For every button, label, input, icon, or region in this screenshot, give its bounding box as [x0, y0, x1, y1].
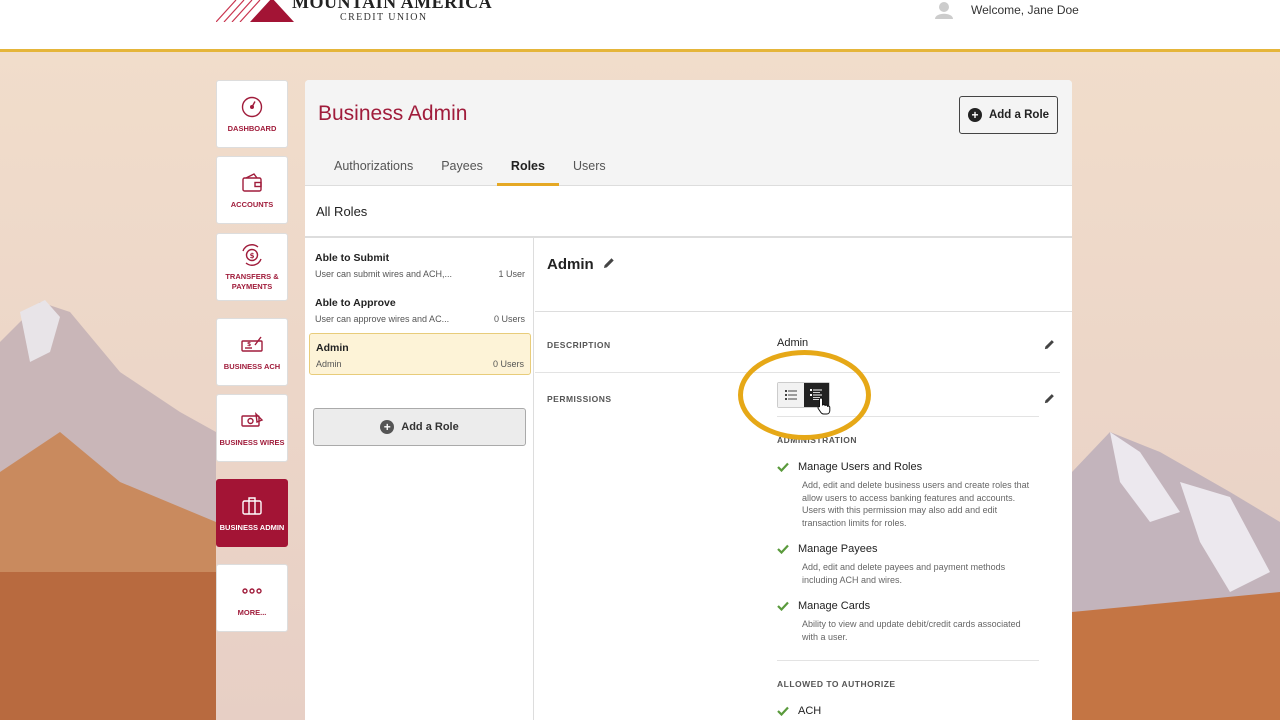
pencil-icon[interactable] [1043, 338, 1056, 351]
add-role-button[interactable]: + Add a Role [959, 96, 1058, 134]
checkmark-icon [777, 706, 789, 716]
role-title-row: Admin [535, 238, 1072, 312]
checkmark-icon [777, 601, 789, 611]
user-menu[interactable]: Welcome, Jane Doe [934, 0, 1079, 20]
role-user-count: 0 Users [493, 314, 525, 324]
nav-label: BUSINESS WIRES [219, 437, 285, 447]
permission-name: Manage Users and Roles [798, 461, 923, 473]
role-item-admin[interactable]: Admin Admin 0 Users [309, 333, 531, 375]
nav-label: BUSINESS ACH [223, 361, 281, 371]
svg-text:$: $ [247, 341, 251, 348]
wallet-icon [242, 172, 262, 192]
all-roles-header: All Roles [305, 186, 1072, 238]
role-description: User can approve wires and AC... [315, 314, 450, 324]
top-header: MOUNTAIN AMERICA CREDIT UNION Welcome, J… [0, 0, 1280, 52]
nav-business-admin[interactable]: BUSINESS ADMIN [216, 479, 288, 547]
role-list: Able to Submit User can submit wires and… [305, 238, 534, 720]
allowed-to-authorize-heading: ALLOWED TO AUTHORIZE [777, 679, 896, 689]
panel-header: Business Admin + Add a Role Authorizatio… [305, 80, 1072, 186]
tab-roles[interactable]: Roles [496, 146, 560, 186]
list-view-button[interactable] [778, 383, 804, 407]
nav-label: BUSINESS ADMIN [219, 522, 285, 532]
welcome-text: Welcome, Jane Doe [971, 3, 1079, 17]
tab-bar: Authorizations Payees Roles Users [320, 146, 620, 186]
nav-business-ach[interactable]: $ BUSINESS ACH [216, 318, 288, 386]
role-name: Admin [316, 342, 349, 354]
nav-transfers-payments[interactable]: $ TRANSFERS & PAYMENTS [216, 233, 288, 301]
add-role-label: Add a Role [401, 421, 459, 433]
administration-heading: ADMINISTRATION [777, 435, 858, 445]
role-description: Admin [316, 359, 342, 369]
permission-description: Add, edit and delete payees and payment … [802, 562, 1006, 585]
nav-label: DASHBOARD [227, 123, 277, 133]
checkmark-icon [777, 544, 789, 554]
tab-users[interactable]: Users [559, 146, 620, 186]
pencil-icon[interactable] [1043, 392, 1056, 405]
wire-money-icon [241, 411, 264, 427]
permissions-label: PERMISSIONS [547, 394, 612, 404]
divider [777, 660, 1039, 661]
role-name: Able to Approve [315, 297, 396, 309]
svg-text:$: $ [250, 252, 255, 260]
list-icon [784, 390, 797, 400]
business-admin-panel: Business Admin + Add a Role Authorizatio… [305, 80, 1072, 720]
description-label: DESCRIPTION [547, 340, 611, 350]
authorize-name: ACH [798, 705, 822, 717]
nav-dashboard[interactable]: DASHBOARD [216, 80, 288, 148]
role-detail: Admin DESCRIPTION Admin PERMISSIONS ADMI… [535, 238, 1072, 720]
section-title: All Roles [316, 204, 368, 219]
add-role-list-button[interactable]: + Add a Role [313, 408, 526, 446]
permission-item: Manage Payees Add, edit and delete payee… [777, 543, 1039, 586]
nav-label: ACCOUNTS [230, 199, 274, 209]
gauge-icon [241, 96, 263, 117]
transfer-icon: $ [242, 243, 262, 266]
user-avatar-icon [935, 2, 953, 19]
authorize-item: ACH [777, 705, 1039, 717]
tab-payees[interactable]: Payees [427, 146, 497, 186]
permission-item: Manage Cards Ability to view and update … [777, 600, 1039, 643]
logo-stripes-icon [216, 0, 294, 22]
description-value: Admin [777, 337, 809, 349]
permission-item: Manage Users and Roles Add, edit and del… [777, 461, 1039, 529]
nav-more[interactable]: MORE... [216, 564, 288, 632]
nav-label: TRANSFERS & PAYMENTS [225, 271, 279, 291]
role-user-count: 1 User [498, 269, 525, 279]
plus-circle-icon: + [967, 108, 982, 122]
page-title: Business Admin [318, 102, 468, 125]
permission-name: Manage Cards [798, 600, 871, 612]
tab-authorizations[interactable]: Authorizations [320, 146, 427, 186]
role-description: User can submit wires and ACH,... [315, 269, 453, 279]
logo-subtitle: CREDIT UNION [340, 12, 428, 23]
role-item-able-to-submit[interactable]: Able to Submit User can submit wires and… [309, 244, 531, 286]
pencil-icon[interactable] [602, 256, 616, 270]
role-item-able-to-approve[interactable]: Able to Approve User can approve wires a… [309, 289, 531, 331]
divider [535, 372, 1060, 373]
plus-circle-icon: + [380, 420, 395, 434]
role-user-count: 0 Users [492, 359, 524, 369]
permission-name: Manage Payees [798, 543, 878, 555]
checkmark-icon [777, 462, 789, 472]
nav-business-wires[interactable]: BUSINESS WIRES [216, 394, 288, 462]
hand-cursor-icon [817, 397, 831, 415]
briefcase-icon [242, 496, 262, 515]
check-document-icon: $ [241, 336, 263, 352]
add-role-label: Add a Role [988, 109, 1050, 121]
permission-description: Ability to view and update debit/credit … [802, 619, 1021, 642]
role-title: Admin [547, 256, 594, 273]
role-name: Able to Submit [315, 252, 390, 264]
nav-label: MORE... [237, 607, 267, 617]
nav-accounts[interactable]: ACCOUNTS [216, 156, 288, 224]
more-dots-icon [242, 587, 262, 594]
divider [777, 416, 1039, 417]
permission-description: Add, edit and delete business users and … [802, 480, 1030, 528]
